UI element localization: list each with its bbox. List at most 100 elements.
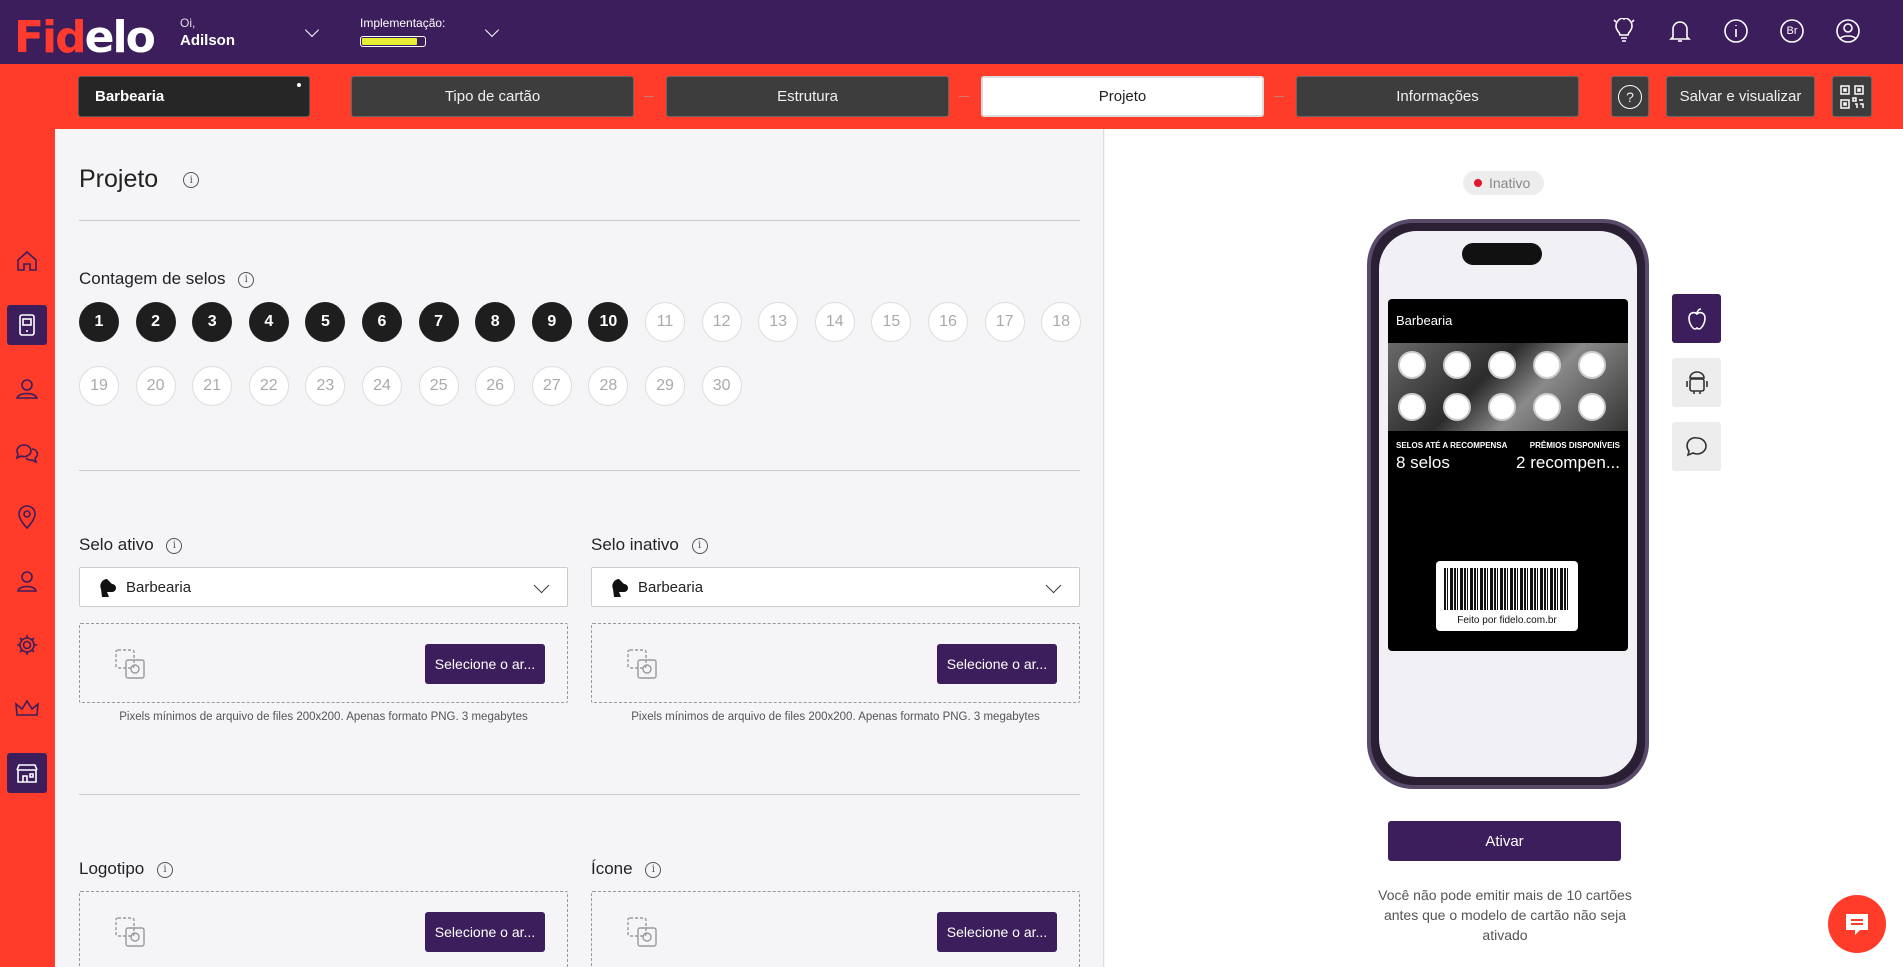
info-icon[interactable]: i (645, 861, 662, 878)
sidebar-item-profile[interactable] (7, 561, 47, 601)
language-icon[interactable]: Br (1777, 16, 1807, 46)
sidebar-item-store[interactable] (7, 753, 47, 793)
user-icon[interactable] (1833, 16, 1863, 46)
help-icon: ? (1618, 84, 1642, 109)
chevron-down-icon (533, 577, 550, 594)
info-icon[interactable]: i (166, 537, 183, 554)
active-stamp-upload[interactable]: Selecione o ar... (79, 623, 568, 703)
card-stamp-strip (1388, 343, 1628, 431)
platform-android-button[interactable] (1672, 358, 1721, 407)
stamp-count-option[interactable]: 2 (135, 302, 176, 342)
select-file-button[interactable]: Selecione o ar... (425, 644, 545, 684)
card-icon (19, 314, 35, 336)
stamp-count-option[interactable]: 10 (588, 302, 629, 342)
stamp-count-option[interactable]: 17 (984, 302, 1025, 342)
select-file-button[interactable]: Selecione o ar... (425, 912, 545, 952)
barber-icon (100, 579, 116, 597)
info-icon[interactable]: i (156, 861, 173, 878)
support-chat-button[interactable] (1828, 895, 1886, 953)
tab-card-type[interactable]: Tipo de cartão (351, 76, 634, 117)
stamps-to-reward-value: 8 selos (1396, 453, 1450, 472)
stamp-count-option[interactable]: 22 (248, 366, 289, 406)
info-icon[interactable]: i (238, 271, 255, 288)
stamp-count-option[interactable]: 8 (475, 302, 516, 342)
fidelo-logo[interactable]: Fidelo (14, 12, 156, 63)
stamp-count-option[interactable]: 15 (871, 302, 912, 342)
stamp-count-option[interactable]: 20 (135, 366, 176, 406)
stamp-count-option[interactable]: 16 (928, 302, 968, 342)
sidebar-item-cards[interactable] (7, 305, 47, 345)
stamp-count-option[interactable]: 7 (418, 302, 459, 342)
stamp-count-option[interactable]: 26 (475, 366, 516, 406)
greeting-text: Oi, (180, 16, 196, 30)
stamp-count-option[interactable]: 4 (248, 302, 289, 342)
stamp-count-option[interactable]: 30 (701, 366, 742, 406)
stamp-count-option[interactable]: 14 (814, 302, 855, 342)
sidebar-item-customers[interactable] (7, 369, 47, 409)
stamp-count-option[interactable]: 24 (362, 366, 402, 406)
stamp-count-option[interactable]: 29 (645, 366, 685, 406)
stamp-count-option[interactable]: 13 (758, 302, 799, 342)
select-file-button[interactable]: Selecione o ar... (937, 644, 1057, 684)
implementation-label: Implementação: (360, 16, 446, 30)
sidebar-item-locations[interactable] (7, 497, 47, 537)
implementation-status[interactable]: Implementação: (360, 16, 445, 47)
inactive-stamp-upload[interactable]: Selecione o ar... (591, 623, 1080, 703)
sidebar-item-settings[interactable] (7, 625, 47, 665)
store-selector[interactable]: Barbearia (78, 76, 310, 117)
qr-code-button[interactable] (1832, 76, 1872, 117)
stamp-count-option[interactable]: 5 (305, 302, 346, 342)
stamp-count-option[interactable]: 28 (588, 366, 629, 406)
stamp-count-option[interactable]: 21 (192, 366, 233, 406)
phone-mockup: Barbearia SELOS ATÉ A RECOMPENSA PRÊMIOS… (1367, 219, 1649, 789)
icon-upload[interactable]: Selecione o ar... (591, 891, 1080, 967)
card-stamp (1398, 393, 1426, 421)
logo-upload[interactable]: Selecione o ar... (79, 891, 568, 967)
image-upload-icon (627, 649, 657, 679)
info-icon[interactable]: i (691, 537, 708, 554)
tab-structure[interactable]: Estrutura (666, 76, 949, 117)
stamp-count-option[interactable]: 19 (79, 366, 119, 406)
sidebar-item-premium[interactable] (7, 689, 47, 729)
step-navigation-bar: Barbearia Tipo de cartão Estrutura Proje… (0, 64, 1903, 129)
activation-warning: Você não pode emitir mais de 10 cartões … (1378, 887, 1632, 943)
tab-project[interactable]: Projeto (981, 76, 1264, 117)
stamp-count-option[interactable]: 3 (192, 302, 233, 342)
lightbulb-icon[interactable] (1609, 16, 1639, 46)
user-name: Adilson (180, 32, 235, 49)
stamp-count-option[interactable]: 12 (701, 302, 742, 342)
stamp-count-option[interactable]: 23 (305, 366, 346, 406)
save-and-preview-button[interactable]: Salvar e visualizar (1666, 76, 1815, 117)
user-greeting[interactable]: Oi, Adilson (180, 16, 235, 49)
stamp-count-option[interactable]: 27 (531, 366, 572, 406)
stamp-count-option[interactable]: 18 (1041, 302, 1082, 342)
phone-screen: Barbearia SELOS ATÉ A RECOMPENSA PRÊMIOS… (1379, 231, 1637, 777)
user-menu-chevron-icon[interactable] (304, 22, 320, 38)
platform-apple-button[interactable] (1672, 294, 1721, 343)
stamp-count-option[interactable]: 9 (531, 302, 572, 342)
tab-information[interactable]: Informações (1296, 76, 1579, 117)
inactive-stamp-label: Selo inativo i (591, 535, 708, 555)
select-file-button[interactable]: Selecione o ar... (937, 912, 1057, 952)
info-icon[interactable]: i (183, 172, 200, 189)
stamp-count-option[interactable]: 11 (645, 302, 685, 342)
help-button[interactable]: ? (1611, 76, 1649, 117)
store-indicator-dot (297, 83, 301, 87)
bell-icon[interactable] (1665, 16, 1695, 46)
platform-message-button[interactable] (1672, 422, 1721, 471)
phone-notch (1462, 243, 1542, 265)
implementation-chevron-icon[interactable] (484, 22, 500, 38)
inactive-stamp-select[interactable]: Barbearia (591, 567, 1080, 607)
activate-button[interactable]: Ativar (1388, 821, 1621, 861)
chevron-down-icon (1045, 577, 1062, 594)
image-upload-icon (115, 649, 145, 679)
stamp-count-option[interactable]: 1 (79, 302, 119, 342)
stamp-count-option[interactable]: 25 (418, 366, 459, 406)
sidebar-item-messages[interactable] (7, 433, 47, 473)
info-icon[interactable] (1721, 16, 1751, 46)
sidebar-item-home[interactable] (7, 241, 47, 281)
stamp-count-option[interactable]: 6 (362, 302, 402, 342)
active-stamp-select[interactable]: Barbearia (79, 567, 568, 607)
divider (79, 794, 1080, 795)
card-preview-panel: Inativo Barbearia SELOS ATÉ A RECOMPENSA… (1105, 129, 1903, 967)
